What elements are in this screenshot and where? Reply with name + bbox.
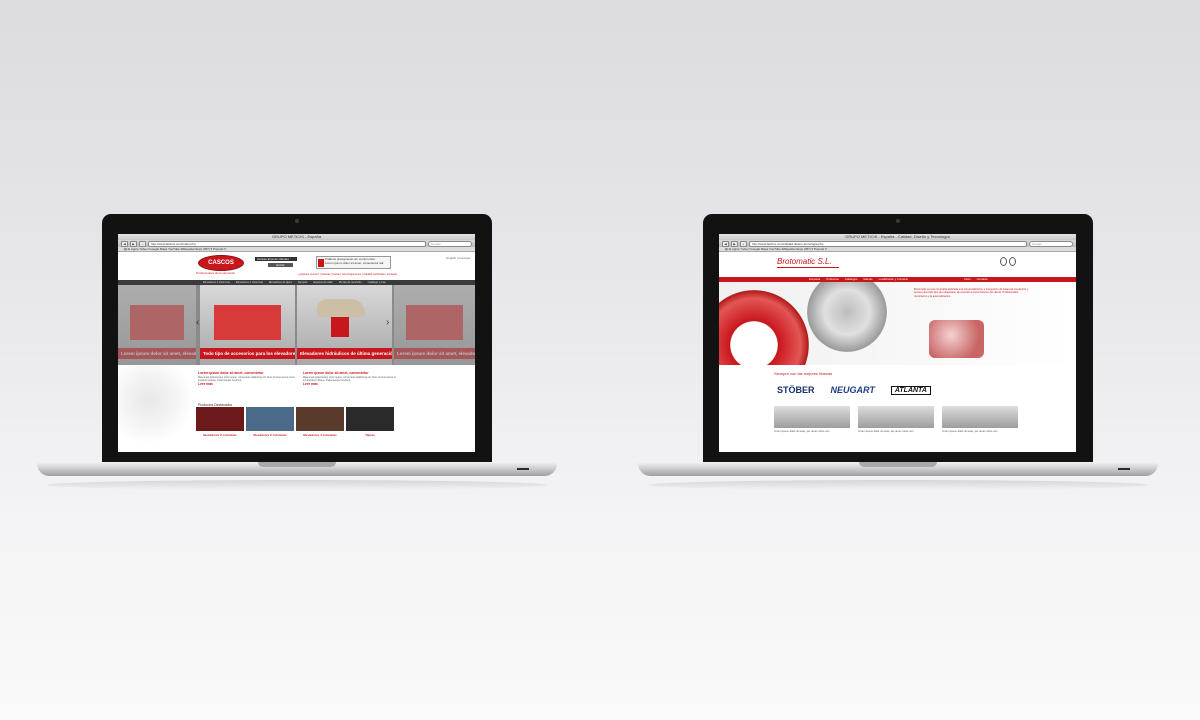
brand-logos: STÖBER NEUGART ATLANTA bbox=[719, 376, 1076, 398]
laptop-notch bbox=[258, 462, 336, 467]
laptop-led bbox=[1118, 468, 1130, 470]
right-laptop: GRUPO METICIS - España - Calidad, Diseño… bbox=[638, 214, 1158, 504]
site-tagline: Profesionales de la elevación bbox=[196, 271, 236, 275]
slide-caption: Lorem ipsum dolor sit amet, elevadores bbox=[118, 348, 196, 359]
gear-image bbox=[807, 282, 887, 352]
content-area: Lorem ipsum dolor sit amet, consectetur … bbox=[118, 365, 475, 443]
slide-image bbox=[406, 305, 463, 340]
product-label: Elevadores 4 columnas bbox=[303, 433, 337, 437]
browser-window: GRUPO METICIS - España ◀ ▶ + http://www.… bbox=[118, 234, 475, 452]
laptop-base bbox=[638, 462, 1158, 476]
product-text: Lorem ipsum dolor sit amet, per amet cor… bbox=[942, 430, 998, 433]
product-label: Elevadores 2 columnas bbox=[253, 433, 287, 437]
read-more-link[interactable]: Leer más bbox=[303, 382, 398, 386]
plus-icon[interactable]: + bbox=[139, 240, 146, 247]
product-card[interactable]: Lorem ipsum dolor sit amet, per amet cor… bbox=[942, 406, 1018, 433]
client-access-label: Acceso área de clientes bbox=[255, 257, 297, 261]
site-logo[interactable]: Brotomatic S.L. bbox=[777, 257, 832, 266]
chevron-left-icon[interactable]: ‹ bbox=[196, 317, 199, 328]
product-label: Elevadores 2 columnas bbox=[203, 433, 237, 437]
slide-caption: Todo tipo de accesorios para los elevado… bbox=[200, 348, 295, 359]
scissor-lift-image bbox=[331, 317, 349, 337]
brand-logo-neugart[interactable]: NEUGART bbox=[831, 385, 875, 395]
browser-toolbar: ◀ ▶ + http://www.fastrics.com/index.php … bbox=[118, 240, 475, 247]
promo-box[interactable]: Pídanos presupuesto sin compromiso Lorem… bbox=[316, 256, 391, 269]
motor-image bbox=[929, 320, 984, 358]
product-thumb[interactable]: Tijeras bbox=[346, 407, 394, 437]
address-bar[interactable]: http://www.fastrics.com/index.php bbox=[148, 240, 426, 247]
laptop-lid: GRUPO METICIS - España - Calidad, Diseño… bbox=[703, 214, 1093, 464]
browser-toolbar: ◀ ▶ + http://www.fastrics.com/calidad-di… bbox=[719, 240, 1076, 247]
quality-icon bbox=[1009, 257, 1016, 266]
laptop-notch bbox=[859, 462, 937, 467]
product-thumb[interactable]: Elevadores 2 columnas bbox=[196, 407, 244, 437]
slide-caption: Lorem ipsum dolor sit amet, elevadores bbox=[394, 348, 475, 359]
brands-title: Siempre con las mejores Marcas bbox=[774, 371, 833, 376]
product-text: Lorem ipsum dolor sit amet, per amet cor… bbox=[774, 430, 830, 433]
slide[interactable]: Todo tipo de accesorios para los elevado… bbox=[200, 285, 295, 365]
certification-icons bbox=[1000, 257, 1016, 266]
site-header: Brotomatic S.L. bbox=[719, 252, 1076, 277]
gear-image bbox=[719, 290, 809, 365]
search-input[interactable]: Google bbox=[428, 240, 472, 247]
product-card[interactable]: Lorem ipsum dolor sit amet, per amet cor… bbox=[774, 406, 850, 433]
product-text: Lorem ipsum dolor sit amet, per amet cor… bbox=[858, 430, 914, 433]
logo-underline bbox=[777, 267, 839, 268]
camera-icon bbox=[896, 219, 900, 223]
brand-logo-stober[interactable]: STÖBER bbox=[777, 385, 815, 395]
iso-icon bbox=[1000, 257, 1007, 266]
read-more-link[interactable]: Leer más bbox=[198, 382, 298, 386]
slide-image bbox=[129, 305, 185, 340]
search-input[interactable]: Google bbox=[1029, 240, 1073, 247]
slide[interactable]: Elevadores hidráulicos de última generac… bbox=[297, 285, 392, 365]
featured-products: Elevadores 2 columnas Elevadores 2 colum… bbox=[196, 407, 394, 437]
forward-button[interactable]: ▶ bbox=[130, 240, 137, 247]
laptop-reflection bbox=[47, 480, 547, 490]
slide[interactable]: Lorem ipsum dolor sit amet, elevadores bbox=[118, 285, 196, 365]
article: Lorem ipsum dolor sit amet, consectetur … bbox=[198, 371, 298, 386]
slide-image bbox=[214, 305, 281, 340]
slide[interactable]: Lorem ipsum dolor sit amet, elevadores bbox=[394, 285, 475, 365]
brand-logo-atlanta[interactable]: ATLANTA bbox=[890, 385, 931, 395]
login-button[interactable]: Entrar bbox=[268, 263, 293, 267]
product-thumb[interactable]: Elevadores 4 columnas bbox=[296, 407, 344, 437]
camera-icon bbox=[295, 219, 299, 223]
hero-text: Brotomatic es una compañía dedicada a la… bbox=[914, 288, 1029, 298]
car-image bbox=[317, 299, 365, 317]
browser-window: GRUPO METICIS - España - Calidad, Diseño… bbox=[719, 234, 1076, 452]
article: Lorem ipsum dolor sit amet, consectetur … bbox=[303, 371, 398, 386]
promo-subtitle: Lorem ipsum dolor sit amet, consectetur … bbox=[325, 261, 385, 265]
product-label: Tijeras bbox=[365, 433, 375, 437]
document-icon bbox=[318, 259, 324, 267]
hero-banner: Brotomatic es una compañía dedicada a la… bbox=[719, 282, 1076, 365]
laptop-lid: GRUPO METICIS - España ◀ ▶ + http://www.… bbox=[102, 214, 492, 464]
address-bar[interactable]: http://www.fastrics.com/calidad-diseno-t… bbox=[749, 240, 1027, 247]
language-links[interactable]: English | Francais bbox=[446, 256, 470, 260]
article-title[interactable]: Lorem ipsum dolor sit amet, consectetur bbox=[198, 371, 298, 375]
slide-caption: Elevadores hidráulicos de última generac… bbox=[297, 348, 392, 359]
laptop-led bbox=[517, 468, 529, 470]
laptop-reflection bbox=[648, 480, 1148, 490]
article-title[interactable]: Lorem ipsum dolor sit amet, consectetur bbox=[303, 371, 398, 375]
product-thumb[interactable]: Elevadores 2 columnas bbox=[246, 407, 294, 437]
back-button[interactable]: ◀ bbox=[722, 240, 729, 247]
site-header: CASCOS Profesionales de la elevación Acc… bbox=[118, 252, 475, 280]
left-laptop: GRUPO METICIS - España ◀ ▶ + http://www.… bbox=[37, 214, 557, 504]
top-nav[interactable]: ¿Quiénes somos? | Noticias | Ferias | Ho… bbox=[298, 273, 397, 276]
gear-background bbox=[118, 365, 196, 443]
product-list: Lorem ipsum dolor sit amet, per amet cor… bbox=[719, 398, 1076, 433]
laptop-base bbox=[37, 462, 557, 476]
chevron-right-icon[interactable]: › bbox=[386, 317, 389, 328]
back-button[interactable]: ◀ bbox=[121, 240, 128, 247]
site-logo[interactable]: CASCOS bbox=[198, 255, 244, 271]
product-card[interactable]: Lorem ipsum dolor sit amet, per amet cor… bbox=[858, 406, 934, 433]
forward-button[interactable]: ▶ bbox=[731, 240, 738, 247]
plus-icon[interactable]: + bbox=[740, 240, 747, 247]
image-slider: Lorem ipsum dolor sit amet, elevadores T… bbox=[118, 285, 475, 365]
